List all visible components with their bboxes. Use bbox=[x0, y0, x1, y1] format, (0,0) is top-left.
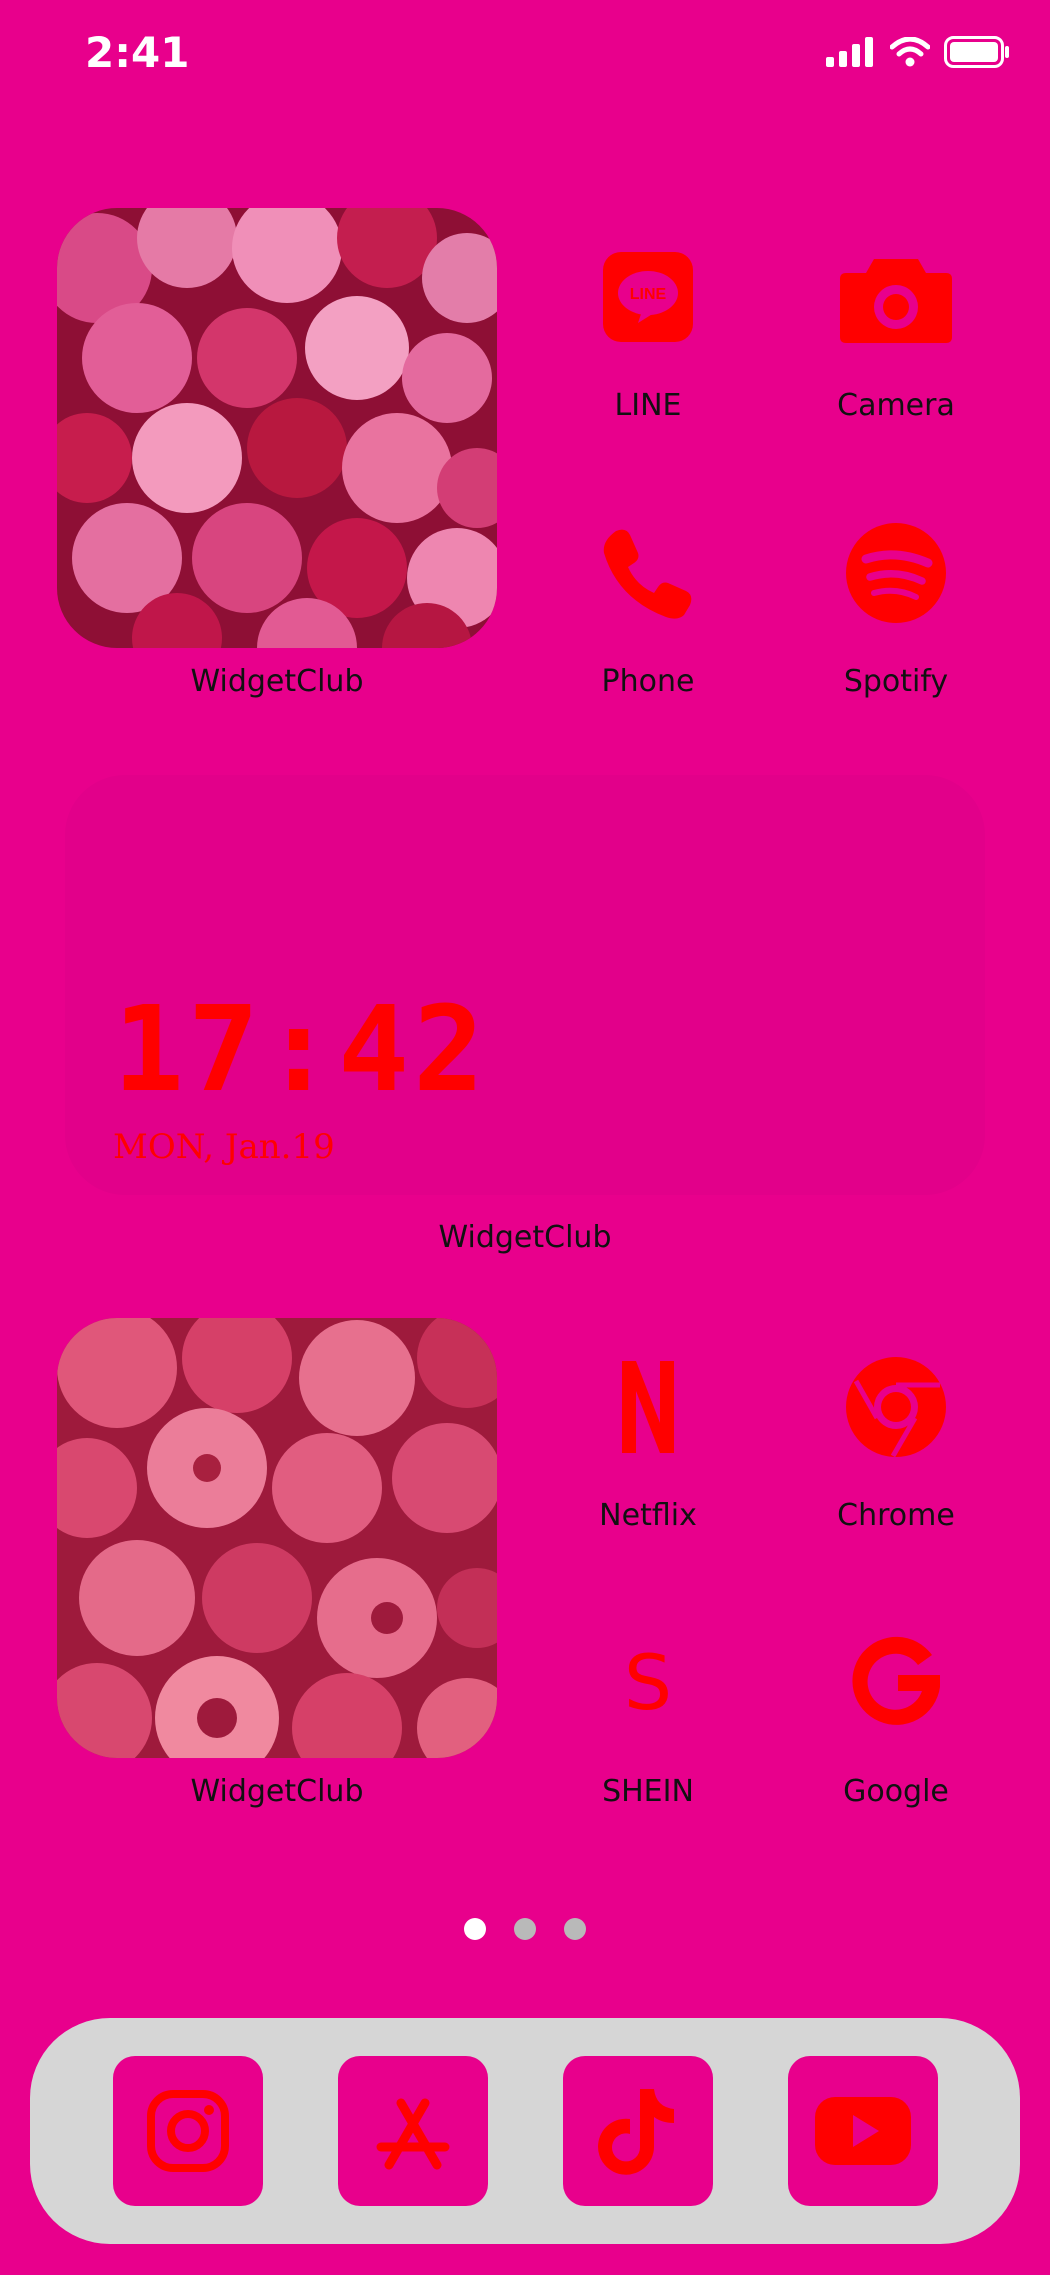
candy-widget-label: WidgetClub bbox=[190, 664, 364, 699]
app-store-app[interactable] bbox=[338, 2056, 488, 2206]
camera-label: Camera bbox=[837, 388, 955, 423]
google-app[interactable] bbox=[831, 1618, 961, 1748]
status-bar: 2:41 bbox=[0, 0, 1050, 110]
page-dot-1[interactable] bbox=[464, 1918, 486, 1940]
svg-text:S: S bbox=[624, 1643, 672, 1723]
camera-app[interactable] bbox=[831, 232, 961, 362]
netflix-label: Netflix bbox=[599, 1498, 697, 1533]
status-icons bbox=[826, 36, 1010, 68]
raspberry-photo bbox=[57, 1318, 497, 1758]
line-app[interactable]: LINE bbox=[583, 232, 713, 362]
battery-icon bbox=[944, 36, 1009, 68]
tiktok-app[interactable] bbox=[563, 2056, 713, 2206]
signal-icon bbox=[826, 37, 873, 67]
svg-text:LINE: LINE bbox=[630, 286, 667, 303]
google-icon bbox=[852, 1636, 940, 1725]
google-label: Google bbox=[843, 1774, 949, 1809]
chrome-icon bbox=[846, 1357, 946, 1458]
instagram-icon bbox=[147, 2090, 229, 2172]
clock-date: MON, Jan.19 bbox=[113, 1127, 335, 1167]
page-dot-3[interactable] bbox=[564, 1918, 586, 1940]
chrome-label: Chrome bbox=[837, 1498, 955, 1533]
app-store-icon bbox=[376, 2098, 450, 2170]
line-label: LINE bbox=[614, 388, 682, 423]
youtube-app[interactable] bbox=[788, 2056, 938, 2206]
netflix-icon bbox=[622, 1361, 674, 1453]
raspberry-widget-label: WidgetClub bbox=[190, 1774, 364, 1809]
netflix-app[interactable] bbox=[583, 1342, 713, 1472]
phone-label: Phone bbox=[601, 664, 695, 699]
page-indicator[interactable] bbox=[0, 1918, 1050, 1940]
tiktok-icon bbox=[598, 2089, 674, 2175]
phone-app[interactable] bbox=[583, 508, 713, 638]
spotify-icon bbox=[846, 523, 946, 623]
chrome-app[interactable] bbox=[831, 1342, 961, 1472]
dock bbox=[30, 2018, 1020, 2244]
wifi-icon bbox=[890, 37, 930, 67]
camera-icon bbox=[840, 259, 952, 343]
phone-icon bbox=[603, 529, 692, 619]
youtube-icon bbox=[815, 2097, 911, 2165]
instagram-app[interactable] bbox=[113, 2056, 263, 2206]
raspberry-photo-widget[interactable] bbox=[57, 1318, 497, 1758]
spotify-app[interactable] bbox=[831, 508, 961, 638]
candy-photo-widget[interactable] bbox=[57, 208, 497, 648]
shein-app[interactable]: S bbox=[583, 1618, 713, 1748]
shein-icon: S bbox=[624, 1643, 672, 1723]
page-dot-2[interactable] bbox=[514, 1918, 536, 1940]
clock-time: 17:42 bbox=[113, 980, 489, 1118]
shein-label: SHEIN bbox=[602, 1774, 694, 1809]
clock-widget[interactable]: 17:42 MON, Jan.19 bbox=[65, 775, 985, 1195]
spotify-label: Spotify bbox=[843, 664, 949, 699]
candy-photo bbox=[57, 208, 497, 648]
line-icon: LINE bbox=[603, 252, 693, 342]
clock-widget-label: WidgetClub bbox=[438, 1220, 612, 1255]
status-time: 2:41 bbox=[85, 28, 190, 77]
